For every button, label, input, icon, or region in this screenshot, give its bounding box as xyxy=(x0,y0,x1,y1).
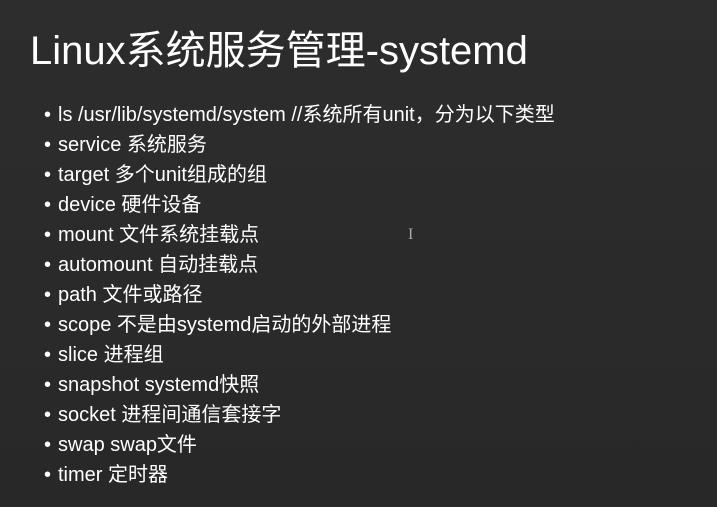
list-item: mount 文件系统挂载点 xyxy=(44,220,687,250)
slide-title: Linux系统服务管理-systemd xyxy=(30,18,687,76)
list-item: target 多个unit组成的组 xyxy=(44,160,687,190)
list-item: slice 进程组 xyxy=(44,340,687,370)
list-item: scope 不是由systemd启动的外部进程 xyxy=(44,310,687,340)
list-item: ls /usr/lib/systemd/system //系统所有unit，分为… xyxy=(44,100,687,130)
text-cursor-icon: I xyxy=(408,226,413,244)
list-item: swap swap文件 xyxy=(44,430,687,460)
bullet-list: ls /usr/lib/systemd/system //系统所有unit，分为… xyxy=(30,100,687,490)
list-item: socket 进程间通信套接字 xyxy=(44,400,687,430)
list-item: service 系统服务 xyxy=(44,130,687,160)
list-item: snapshot systemd快照 xyxy=(44,370,687,400)
list-item: automount 自动挂载点 xyxy=(44,250,687,280)
list-item: device 硬件设备 xyxy=(44,190,687,220)
list-item: path 文件或路径 xyxy=(44,280,687,310)
list-item: timer 定时器 xyxy=(44,460,687,490)
